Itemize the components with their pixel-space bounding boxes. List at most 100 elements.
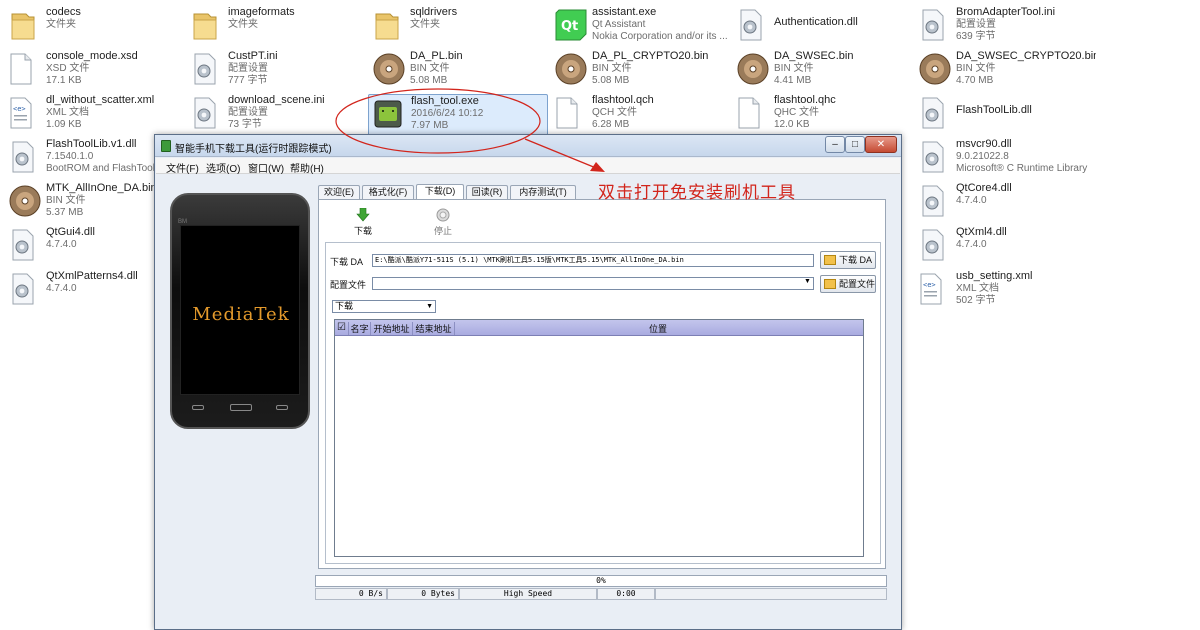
file-name: FlashToolLib.dll — [956, 104, 1032, 116]
download-da-path-field[interactable]: E:\酷派\酷派Y71-511S (5.1) \MTK刷机工具5.15版\MTK… — [372, 254, 814, 267]
gear-file-icon — [918, 96, 952, 132]
file-item[interactable]: DA_SWSEC.bin BIN 文件 4.41 MB — [732, 50, 912, 92]
folder-icon — [8, 8, 42, 44]
maximize-button[interactable]: □ — [845, 136, 865, 153]
window-title: 智能手机下载工具(运行时跟踪模式) — [175, 144, 332, 155]
svg-text:<e>: <e> — [923, 281, 936, 289]
file-item[interactable]: Qt assistant.exe Qt Assistant Nokia Corpora… — [550, 6, 730, 48]
file-name: BromAdapterTool.ini — [956, 6, 1056, 18]
file-text: DA_PL_CRYPTO20.bin BIN 文件 5.08 MB — [592, 50, 732, 87]
file-name: download_scene.ini — [228, 94, 325, 106]
title-bar[interactable]: 智能手机下载工具(运行时跟踪模式) – □ ✕ — [155, 135, 901, 157]
file-name: QtCore4.dll — [956, 182, 1012, 194]
file-item[interactable]: QtCore4.dll 4.7.4.0 — [914, 182, 1094, 224]
file-item[interactable]: FlashToolLib.dll — [914, 94, 1094, 136]
file-name: DA_SWSEC.bin — [774, 50, 854, 62]
file-size — [228, 31, 368, 43]
scatter-file-dropdown[interactable] — [372, 277, 814, 290]
stop-icon — [436, 208, 450, 222]
stop-button[interactable]: 停止 — [423, 208, 463, 237]
file-item[interactable]: flashtool.qhc QHC 文件 12.0 KB — [732, 94, 912, 136]
file-item[interactable]: <e> dl_without_scatter.xml XML 文档 1.09 KB — [4, 94, 184, 136]
file-item[interactable]: CustPT.ini 配置设置 777 字节 — [186, 50, 366, 92]
download-mode-select[interactable]: 下载 ▼ — [332, 300, 436, 313]
menu-file[interactable]: 文件(F) — [166, 160, 199, 175]
file-item[interactable]: flashtool.qch QCH 文件 6.28 MB — [550, 94, 730, 136]
file-name: flashtool.qhc — [774, 94, 836, 106]
tab-welcome[interactable]: 欢迎(E) — [318, 185, 360, 199]
blank-file-icon — [554, 96, 588, 132]
file-size: 4.70 MB — [956, 75, 994, 86]
status-usb-speed: High Speed — [459, 588, 597, 600]
status-area: 0% 0 B/s 0 Bytes High Speed 0:00 — [315, 575, 887, 601]
file-type: 文件夹 — [228, 19, 258, 30]
scatter-file-button[interactable]: 配置文件 — [820, 275, 876, 293]
file-text: console_mode.xsd XSD 文件 17.1 KB — [46, 50, 186, 87]
file-text: DA_SWSEC_CRYPTO20.bin BIN 文件 4.70 MB — [956, 50, 1096, 87]
file-text: sqldrivers 文件夹 — [410, 6, 550, 43]
menu-key-icon — [192, 405, 204, 410]
file-name: flash_tool.exe — [411, 95, 479, 107]
close-button[interactable]: ✕ — [865, 136, 897, 153]
download-da-button[interactable]: 下载 DA — [820, 251, 876, 269]
menu-help[interactable]: 帮助(H) — [290, 160, 324, 175]
file-text: FlashToolLib.dll — [956, 94, 1096, 141]
menu-window[interactable]: 窗口(W) — [248, 160, 284, 175]
file-item[interactable]: QtXml4.dll 4.7.4.0 — [914, 226, 1094, 268]
folder-icon — [824, 255, 836, 265]
file-item[interactable]: DA_PL.bin BIN 文件 5.08 MB — [368, 50, 548, 92]
column-name: 名字 — [349, 322, 371, 335]
file-size: 5.08 MB — [410, 75, 448, 86]
file-size: 17.1 KB — [46, 75, 82, 86]
file-type: 4.7.4.0 — [956, 239, 987, 250]
file-item[interactable]: DA_SWSEC_CRYPTO20.bin BIN 文件 4.70 MB — [914, 50, 1096, 92]
home-key-icon — [230, 404, 252, 411]
tab-format[interactable]: 格式化(F) — [362, 185, 414, 199]
download-button-label: 下载 — [353, 226, 372, 236]
file-text: flashtool.qch QCH 文件 6.28 MB — [592, 94, 732, 131]
file-type: 配置设置 — [956, 19, 996, 30]
tab-download[interactable]: 下载(D) — [416, 184, 464, 199]
file-text: flashtool.qhc QHC 文件 12.0 KB — [774, 94, 914, 131]
file-type — [774, 29, 914, 41]
column-end-address: 结束地址 — [413, 322, 455, 335]
file-type: QCH 文件 — [592, 107, 637, 118]
gear-file-icon — [736, 8, 770, 44]
file-item[interactable]: <e> usb_setting.xml XML 文档 502 字节 — [914, 270, 1094, 312]
file-item[interactable]: BromAdapterTool.ini 配置设置 639 字节 — [914, 6, 1094, 48]
file-item[interactable]: codecs 文件夹 — [4, 6, 184, 48]
back-key-icon — [276, 405, 288, 410]
file-name: dl_without_scatter.xml — [46, 94, 155, 106]
minimize-button[interactable]: – — [825, 136, 845, 153]
file-item[interactable]: msvcr90.dll 9.0.21022.8 Microsoft® C Runti… — [914, 138, 1094, 180]
file-item[interactable]: console_mode.xsd XSD 文件 17.1 KB — [4, 50, 184, 92]
file-text: CustPT.ini 配置设置 777 字节 — [228, 50, 368, 87]
file-text: Authentication.dll — [774, 6, 914, 53]
desktop-explorer: codecs 文件夹 imageformats 文件夹 sqldrivers 文件夹 Qt a… — [0, 0, 1200, 630]
file-item[interactable]: Authentication.dll — [732, 6, 912, 48]
file-item[interactable]: download_scene.ini 配置设置 73 字节 — [186, 94, 366, 136]
select-all-checkbox[interactable]: ☑ — [335, 322, 349, 335]
file-size — [956, 251, 1096, 263]
menu-options[interactable]: 选项(O) — [206, 160, 240, 175]
file-item[interactable]: DA_PL_CRYPTO20.bin BIN 文件 5.08 MB — [550, 50, 730, 92]
disc-icon — [8, 184, 42, 220]
file-item[interactable]: imageformats 文件夹 — [186, 6, 366, 48]
file-item[interactable]: flash_tool.exe 2016/6/24 10:12 7.97 MB — [368, 94, 548, 136]
file-name: sqldrivers — [410, 6, 458, 18]
file-name: QtXml4.dll — [956, 226, 1007, 238]
gear-file-icon — [918, 140, 952, 176]
file-text: assistant.exe Qt Assistant Nokia Corporati… — [592, 6, 732, 43]
file-type: 配置设置 — [228, 63, 268, 74]
file-type: BIN 文件 — [410, 63, 450, 74]
file-type: 9.0.21022.8 — [956, 151, 1009, 162]
download-button[interactable]: 下载 — [343, 208, 383, 237]
file-size: 1.09 KB — [46, 119, 82, 130]
tab-readback[interactable]: 回读(R) — [466, 185, 508, 199]
file-type: XML 文档 — [46, 107, 89, 118]
file-name: Authentication.dll — [774, 16, 858, 28]
download-panel: 下载 停止 下载 DA E:\酷派\酷派Y71-511S (5.1) \MTK刷… — [318, 199, 886, 569]
file-item[interactable]: sqldrivers 文件夹 — [368, 6, 548, 48]
disc-icon — [554, 52, 588, 88]
tab-memory-test[interactable]: 内存测试(T) — [510, 185, 576, 199]
